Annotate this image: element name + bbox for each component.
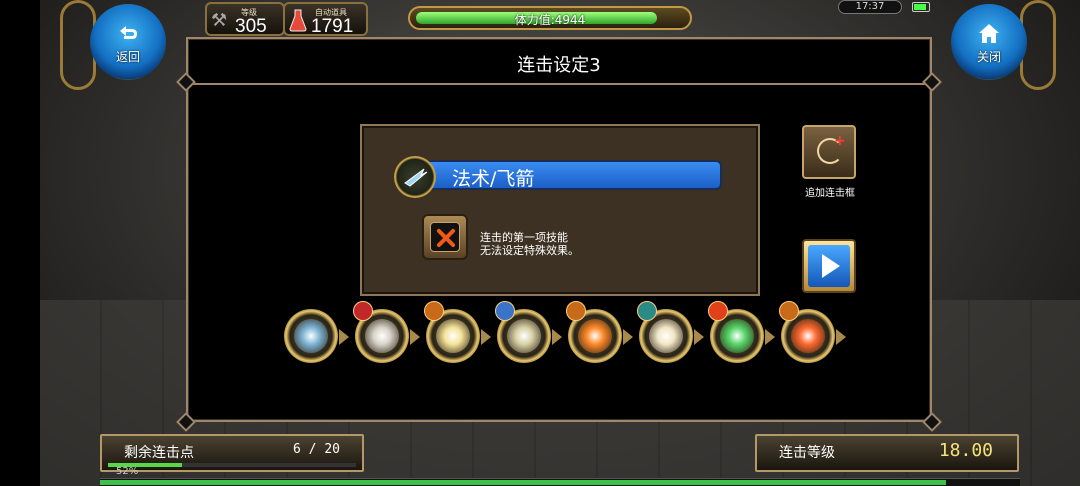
light-beam-icon xyxy=(507,319,541,353)
combo-arrow-icon xyxy=(623,329,633,345)
close-button[interactable]: 关闭 xyxy=(951,4,1027,80)
clock: 17:37 xyxy=(838,0,902,14)
arrow-skill-icon xyxy=(404,168,428,187)
skill-effect-badge-icon xyxy=(637,301,657,321)
dome-shield-icon xyxy=(791,319,825,353)
green-aura-icon xyxy=(720,319,754,353)
panel-title: 连击设定3 xyxy=(517,55,601,76)
auto-item-box: 自动道具 1791 xyxy=(283,2,368,37)
battery-icon xyxy=(912,2,930,12)
level-value: 305 xyxy=(235,16,267,37)
selected-skill-name: 法术/飞箭 xyxy=(452,168,535,190)
combo-arrow-icon xyxy=(765,329,775,345)
combo-arrow-icon xyxy=(836,329,846,345)
remaining-combo-points: 剩余连击点 6 / 20 xyxy=(100,434,364,472)
fire-burst-icon xyxy=(578,319,612,353)
skill-slot-wind-slash[interactable] xyxy=(353,301,409,363)
combo-arrow-icon xyxy=(339,329,349,345)
remove-effect-button[interactable] xyxy=(422,214,468,260)
auto-item-value: 1791 xyxy=(311,16,354,37)
back-label: 返回 xyxy=(115,50,140,64)
skill-slot-fire-burst[interactable] xyxy=(566,301,622,363)
flying-arrow-icon xyxy=(294,319,328,353)
skill-slot-green-aura[interactable] xyxy=(708,301,764,363)
close-label: 关闭 xyxy=(976,50,1001,64)
back-arrow-icon xyxy=(120,26,137,39)
combo-points-value: 6 / 20 xyxy=(293,442,340,457)
wrench-icon: ⚒ xyxy=(211,10,228,31)
skill-effect-badge-icon xyxy=(708,301,728,321)
note-line-1: 连击的第一项技能 xyxy=(480,231,568,244)
combo-level-value: 18.00 xyxy=(938,440,993,461)
add-combo-frame-button[interactable]: + xyxy=(802,125,856,179)
panel-header: 连击设定3 xyxy=(188,39,930,85)
skill-effect-badge-icon xyxy=(495,301,515,321)
cross-icon xyxy=(430,222,460,252)
wind-slash-icon xyxy=(365,319,399,353)
skill-slot-light-beam[interactable] xyxy=(495,301,551,363)
skill-effect-badge-icon xyxy=(424,301,444,321)
player-level-box: ⚒ 等级 305 xyxy=(205,2,285,37)
combo-arrow-icon xyxy=(410,329,420,345)
back-button[interactable]: 返回 xyxy=(90,4,166,80)
plus-icon: + xyxy=(834,133,846,149)
combo-settings-panel: 连击设定3 法术/飞箭 连击的第一项技能 无法设定特殊效果。 + 追加连击框 xyxy=(176,37,942,432)
skill-effect-badge-icon xyxy=(566,301,586,321)
light-burst-icon xyxy=(436,319,470,353)
skill-slot-dome-shield[interactable] xyxy=(779,301,835,363)
combo-slot-detail: 法术/飞箭 连击的第一项技能 无法设定特殊效果。 xyxy=(360,124,760,296)
potion-icon xyxy=(289,9,307,32)
combo-arrow-icon xyxy=(552,329,562,345)
experience-fill xyxy=(100,480,947,485)
add-combo-frame-label: 追加连击框 xyxy=(805,188,855,199)
play-icon xyxy=(822,254,840,278)
skill-slot-holy-barrier[interactable] xyxy=(637,301,693,363)
combo-level-box: 连击等级 18.00 xyxy=(755,434,1019,472)
combo-points-label: 剩余连击点 xyxy=(124,445,194,461)
skill-effect-badge-icon xyxy=(353,301,373,321)
selected-skill-bar[interactable]: 法术/飞箭 xyxy=(420,160,722,190)
holy-barrier-icon xyxy=(649,319,683,353)
skill-effect-badge-icon xyxy=(779,301,799,321)
next-button[interactable] xyxy=(802,239,856,293)
experience-bar xyxy=(100,478,1020,486)
stamina-bar: 体力值:4944 xyxy=(408,6,692,30)
stamina-text: 体力值:4944 xyxy=(514,13,586,27)
first-skill-note: 连击的第一项技能 无法设定特殊效果。 xyxy=(480,231,579,257)
combo-arrow-icon xyxy=(694,329,704,345)
home-icon xyxy=(979,24,999,43)
skill-slot-flying-arrow[interactable] xyxy=(284,309,338,363)
skill-slot-light-burst[interactable] xyxy=(424,301,480,363)
combo-arrow-icon xyxy=(481,329,491,345)
combo-points-track xyxy=(108,463,356,467)
note-line-2: 无法设定特殊效果。 xyxy=(480,244,579,257)
combo-level-label: 连击等级 xyxy=(779,445,835,461)
experience-text: 52% xyxy=(116,466,139,477)
selected-skill-icon xyxy=(394,156,436,198)
next-button-face xyxy=(808,245,850,287)
